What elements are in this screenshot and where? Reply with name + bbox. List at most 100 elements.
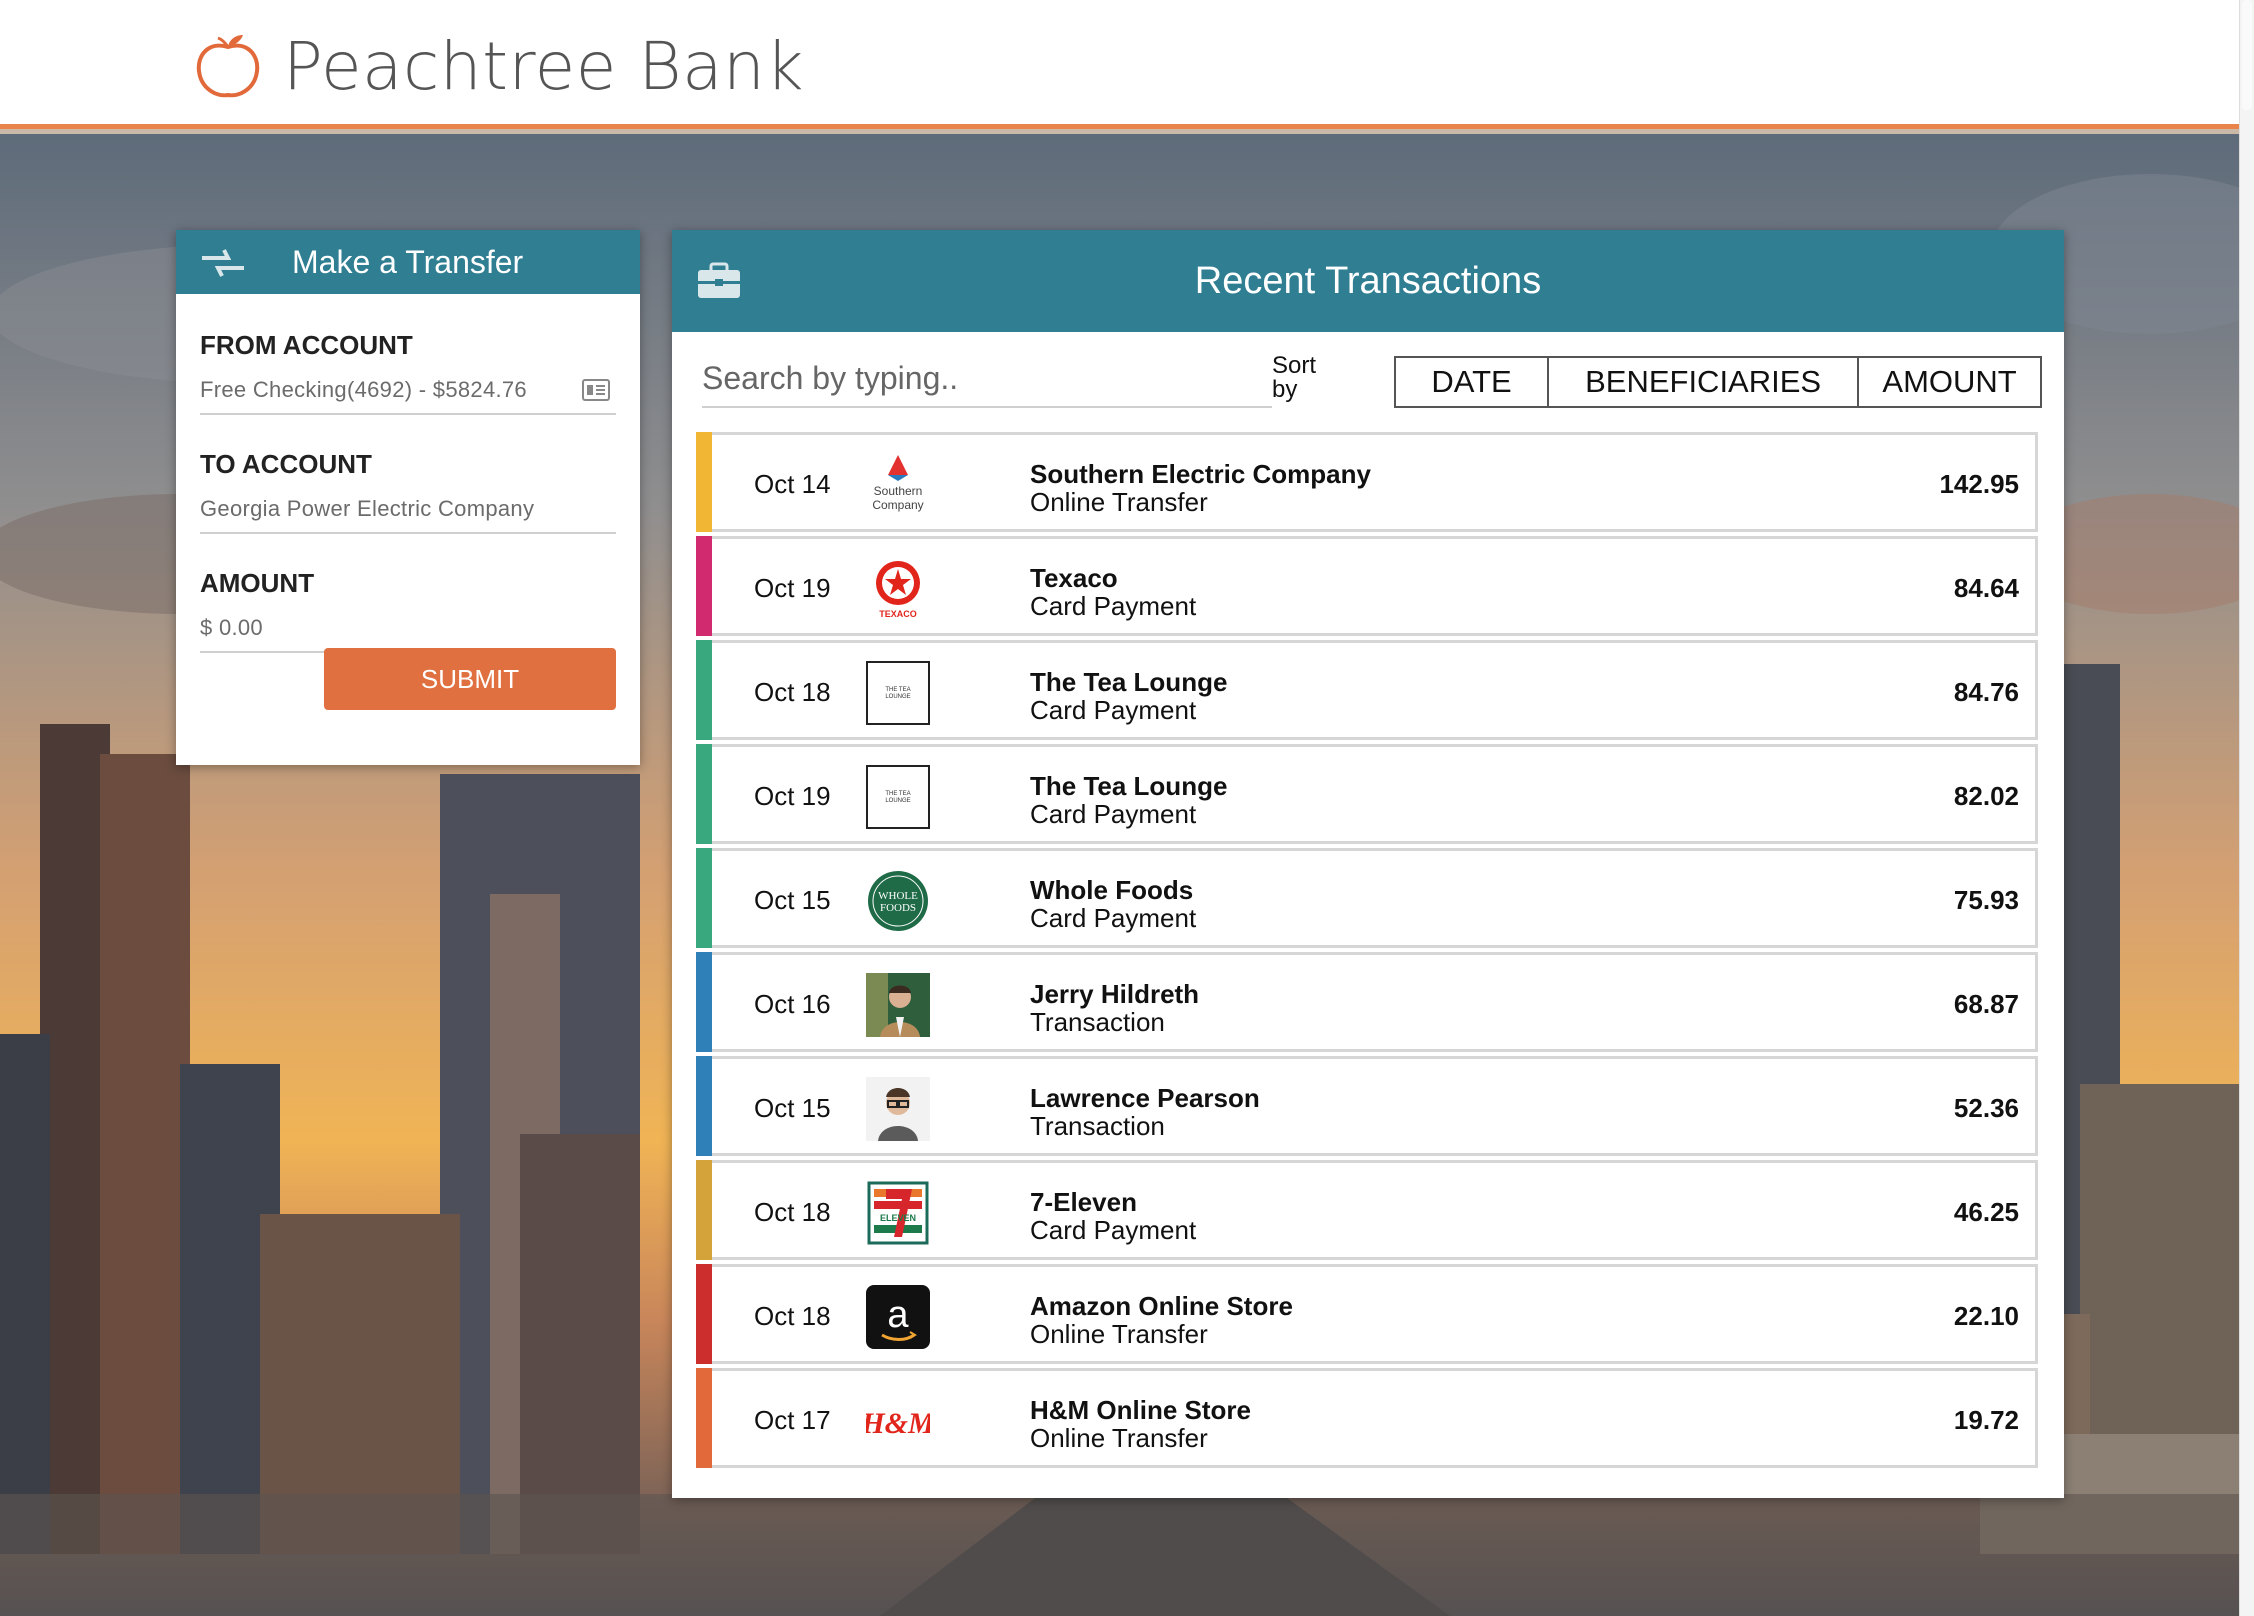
transaction-amount: 84.76 [1953,677,2019,707]
seven-eleven-logo: ELEVEN [867,1181,929,1245]
transaction-date: Oct 17 [754,1405,831,1435]
sort-amount-button[interactable]: AMOUNT [1859,358,2040,406]
transactions-search-input[interactable]: Search by typing.. [702,360,1272,408]
transaction-type: Transaction [1030,1111,1165,1141]
beneficiary-name: Lawrence Pearson [1030,1083,1260,1113]
category-stripe [696,432,712,532]
transfer-panel-title: Make a Transfer [292,243,524,280]
transaction-type: Transaction [1030,1007,1165,1037]
transaction-row[interactable]: Oct 14 Southern Company Southern Electri… [696,432,2038,532]
texaco-logo: TEXACO [876,561,920,619]
beneficiary-name: Amazon Online Store [1030,1291,1293,1321]
lawrence-pearson-avatar [866,1077,930,1141]
transaction-row[interactable]: Oct 17 H&M H&M Online Store Online Trans… [696,1368,2038,1468]
svg-text:ELEVEN: ELEVEN [880,1213,916,1223]
tea-lounge-logo: THE TEA LOUNGE [866,765,930,829]
transaction-row[interactable]: Oct 19 THE TEA LOUNGE The Tea Lounge Car… [696,744,2038,844]
category-stripe [696,1160,712,1260]
transaction-amount: 52.36 [1953,1093,2019,1123]
category-stripe [696,744,712,844]
brand-logo[interactable]: Peachtree Bank [191,26,804,106]
top-header: Peachtree Bank [0,0,2240,129]
beneficiary-name: Jerry Hildreth [1030,979,1200,1009]
page-scrollbar[interactable] [2239,0,2254,1616]
transaction-type: Online Transfer [1030,1319,1208,1349]
transfer-arrows-icon [202,249,244,277]
transactions-panel-header: Recent Transactions [672,230,2064,332]
peach-icon [196,35,260,98]
category-stripe [696,1264,712,1364]
transactions-panel-title: Recent Transactions [1194,260,1542,302]
transaction-amount: 22.10 [1953,1301,2019,1331]
southern-company-logo: Southern Company [872,455,924,512]
beneficiary-name: H&M Online Store [1030,1395,1252,1425]
recent-transactions-panel: Recent Transactions Search by typing.. S… [672,230,2064,1498]
svg-text:LOUNGE: LOUNGE [885,798,910,804]
jerry-hildreth-avatar [866,973,930,1037]
transaction-row[interactable]: Oct 15 Lawrence Pearson Transaction 52.3… [696,1056,2038,1156]
transaction-row[interactable]: Oct 19 TEXACO Texaco Card Payment 84.64 [696,536,2038,636]
beneficiary-name: The Tea Lounge [1030,771,1228,801]
submit-button[interactable]: SUBMIT [324,648,616,710]
beneficiary-name: Texaco [1030,563,1118,593]
svg-text:FOODS: FOODS [880,902,916,914]
transactions-list: Oct 14 Southern Company Southern Electri… [696,432,2038,1472]
transaction-type: Card Payment [1030,591,1197,621]
from-account-field[interactable]: Free Checking(4692) - $5824.76 [200,377,616,415]
transaction-row[interactable]: Oct 18 THE TEA LOUNGE The Tea Lounge Car… [696,640,2038,740]
amount-label: AMOUNT [200,568,315,598]
transaction-row[interactable]: Oct 16 Jerry Hildreth Transaction 68.87 [696,952,2038,1052]
svg-text:LOUNGE: LOUNGE [885,694,910,700]
svg-text:THE TEA: THE TEA [885,687,910,693]
hm-logo: H&M [866,1407,930,1440]
transaction-amount: 142.95 [1939,469,2019,499]
to-account-field[interactable]: Georgia Power Electric Company [200,496,616,534]
svg-text:THE TEA: THE TEA [885,791,910,797]
transaction-amount: 82.02 [1953,781,2019,811]
transaction-date: Oct 18 [754,1301,831,1331]
svg-text:Southern: Southern [874,484,923,498]
category-stripe [696,640,712,740]
transaction-date: Oct 15 [754,885,831,915]
sort-date-button[interactable]: DATE [1396,358,1550,406]
transaction-type: Online Transfer [1030,487,1208,517]
sort-beneficiaries-button[interactable]: BENEFICIARIES [1549,358,1860,406]
transaction-amount: 75.93 [1953,885,2019,915]
amazon-logo: a [866,1285,930,1349]
transaction-date: Oct 19 [754,573,831,603]
transaction-amount: 46.25 [1953,1197,2019,1227]
transaction-amount: 84.64 [1953,573,2019,603]
transaction-date: Oct 15 [754,1093,831,1123]
transaction-type: Card Payment [1030,695,1197,725]
make-transfer-panel: Make a Transfer FROM ACCOUNT Free Checki… [176,230,640,765]
transaction-type: Card Payment [1030,799,1197,829]
beneficiary-name: Whole Foods [1030,875,1194,905]
transaction-amount: 68.87 [1953,989,2019,1019]
svg-text:WHOLE: WHOLE [878,890,918,902]
transfer-panel-header: Make a Transfer [176,230,640,294]
transaction-row[interactable]: Oct 18 ELEVEN 7-Eleven Card Payment 46.2… [696,1160,2038,1260]
transaction-date: Oct 18 [754,1197,831,1227]
transaction-row[interactable]: Oct 15 WHOLE FOODS Whole Foods Card Paym… [696,848,2038,948]
transaction-type: Online Transfer [1030,1423,1208,1453]
transaction-date: Oct 14 [754,469,831,499]
tea-lounge-logo: THE TEA LOUNGE [866,661,930,725]
from-account-label: FROM ACCOUNT [200,330,413,360]
transaction-date: Oct 19 [754,781,831,811]
account-card-icon[interactable] [582,379,610,401]
transaction-date: Oct 16 [754,989,831,1019]
transaction-type: Card Payment [1030,1215,1197,1245]
whole-foods-logo: WHOLE FOODS [868,871,928,931]
from-account-value: Free Checking(4692) - $5824.76 [200,377,527,402]
svg-text:TEXACO: TEXACO [879,609,917,619]
sort-by-label: Sort by [1272,352,1317,403]
category-stripe [696,848,712,948]
svg-text:a: a [887,1294,909,1336]
category-stripe [696,1368,712,1468]
svg-text:H&M: H&M [866,1407,930,1440]
transaction-row[interactable]: Oct 18 a Amazon Online Store Online Tran… [696,1264,2038,1364]
transaction-type: Card Payment [1030,903,1197,933]
category-stripe [696,952,712,1052]
transaction-date: Oct 18 [754,677,831,707]
transaction-amount: 19.72 [1953,1405,2019,1435]
